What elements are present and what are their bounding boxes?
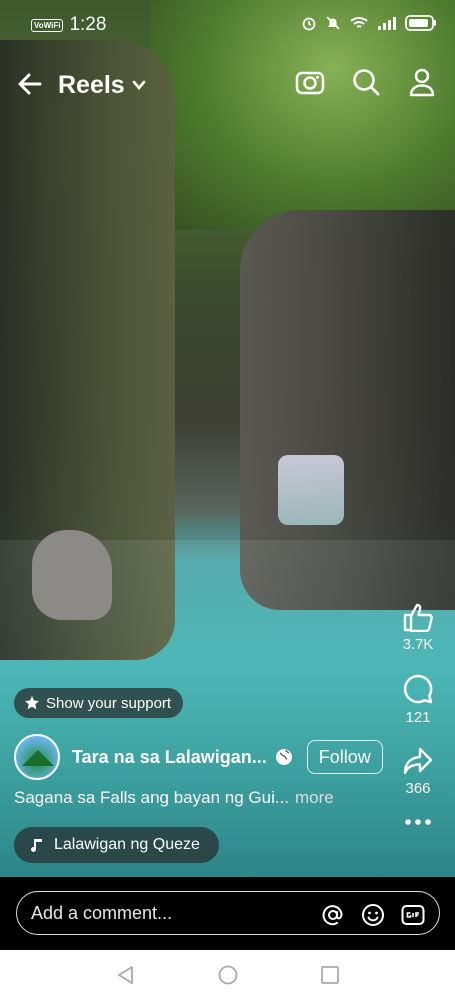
comment-count: 121 xyxy=(405,709,431,726)
wifi-icon xyxy=(350,17,368,28)
more-icon[interactable] xyxy=(403,817,433,827)
page-title[interactable]: Reels xyxy=(58,71,125,100)
show-support-label: Show your support xyxy=(46,694,172,712)
nav-back-icon[interactable] xyxy=(115,964,137,986)
nav-home-icon[interactable] xyxy=(217,964,239,986)
globe-icon xyxy=(275,749,292,765)
comment-placeholder: Add a comment... xyxy=(31,902,173,923)
status-time-group: VoWiFi 1:28 xyxy=(31,14,106,36)
system-nav-bar xyxy=(0,950,455,1000)
nav-recents-icon[interactable] xyxy=(319,964,341,986)
status-icons xyxy=(301,14,437,32)
show-support-button[interactable]: Show your support xyxy=(14,688,184,718)
comment-button[interactable]: 121 xyxy=(402,673,434,726)
comment-bar: Add a comment... xyxy=(0,877,455,950)
vowifi-badge: VoWiFi xyxy=(31,18,64,32)
reels-header: Reels xyxy=(0,62,455,106)
at-icon[interactable] xyxy=(321,903,345,927)
emoji-icon[interactable] xyxy=(361,903,385,927)
battery-icon xyxy=(405,15,436,31)
caption-more-link[interactable]: more xyxy=(295,788,334,807)
caption[interactable]: Sagana sa Falls ang bayan ng Gui... more xyxy=(14,788,334,808)
alarm-icon xyxy=(302,17,316,31)
music-icon xyxy=(31,839,42,852)
like-icon xyxy=(403,603,433,632)
status-time: 1:28 xyxy=(69,14,107,35)
action-rail: 3.7K 121 366 xyxy=(395,602,441,827)
like-count: 3.7K xyxy=(402,636,434,653)
mute-icon xyxy=(326,16,340,30)
status-bar: VoWiFi 1:28 xyxy=(0,0,455,50)
audio-label: Lalawigan ng Queze xyxy=(54,836,200,853)
comment-icon xyxy=(403,674,433,704)
share-icon xyxy=(403,747,433,775)
header-actions xyxy=(295,67,437,97)
comment-tools xyxy=(321,903,425,927)
caption-text: Sagana sa Falls ang bayan ng Gui... xyxy=(14,788,290,807)
audio-pill[interactable]: Lalawigan ng Queze xyxy=(14,827,219,863)
avatar[interactable] xyxy=(14,734,60,780)
chevron-down-icon[interactable] xyxy=(130,76,148,94)
page-name[interactable]: Tara na sa Lalawigan... xyxy=(72,747,267,768)
share-count: 366 xyxy=(405,780,431,797)
follow-button[interactable]: Follow xyxy=(306,740,383,774)
page-info-row: Tara na sa Lalawigan... Follow xyxy=(14,734,383,780)
boulder xyxy=(32,530,112,620)
back-arrow-icon[interactable] xyxy=(16,70,44,98)
like-button[interactable]: 3.7K xyxy=(402,602,434,653)
camera-icon[interactable] xyxy=(295,67,325,97)
profile-icon[interactable] xyxy=(407,67,437,97)
gif-icon[interactable] xyxy=(401,903,425,927)
star-icon xyxy=(25,696,39,710)
search-icon[interactable] xyxy=(351,67,381,97)
waterfall xyxy=(278,455,344,525)
signal-icon xyxy=(378,17,396,30)
share-button[interactable]: 366 xyxy=(402,746,434,797)
